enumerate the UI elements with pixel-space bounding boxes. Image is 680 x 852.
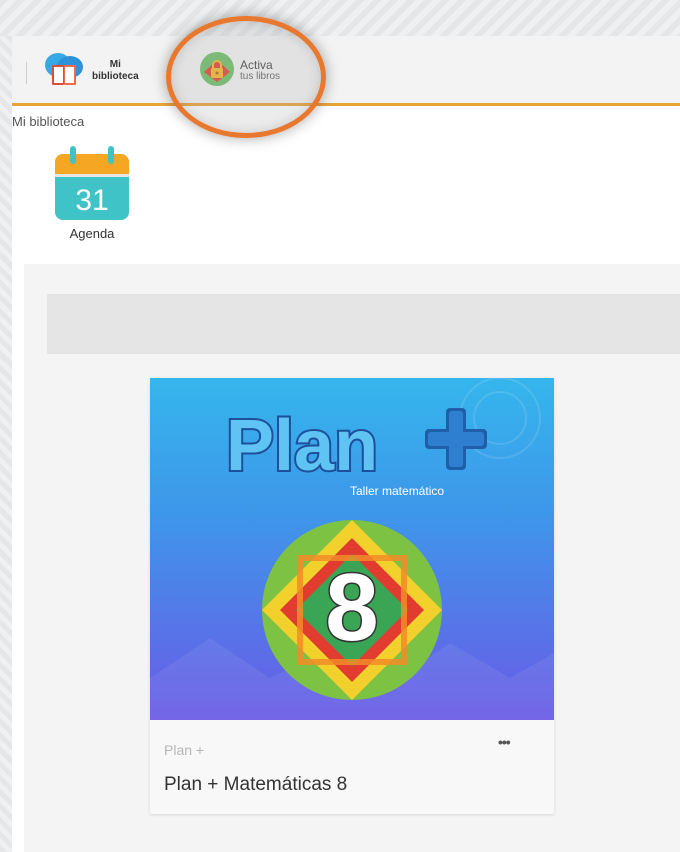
calendar-day: 31	[75, 184, 108, 217]
cover-number: 8	[325, 554, 378, 661]
nav-mi-line1: Mi	[109, 59, 121, 70]
lock-book-icon	[198, 50, 236, 93]
calendar-icon: 31	[50, 146, 134, 222]
nav-activa-libros[interactable]: Activa tus libros	[198, 48, 280, 94]
breadcrumb[interactable]: Mi biblioteca	[12, 114, 84, 129]
background-pattern-top	[0, 0, 680, 36]
plus-icon	[425, 408, 487, 470]
book-card[interactable]: Plan 8 Taller matemático Plan + ••• Plan…	[150, 378, 554, 814]
top-navigation: Mi biblioteca Activa tus libros	[12, 36, 680, 106]
background-pattern-left	[0, 36, 12, 852]
cloud-book-icon	[42, 49, 86, 94]
book-title[interactable]: Plan + Matemáticas 8	[164, 774, 347, 796]
cover-subtitle: Taller matemático	[350, 484, 445, 498]
app-window: Mi biblioteca Activa tus libros Mi bibli…	[12, 16, 680, 852]
nav-divider	[26, 62, 27, 84]
book-cover[interactable]: Plan 8 Taller matemático	[150, 378, 554, 720]
content-panel: Plan 8 Taller matemático Plan + ••• Plan…	[24, 264, 680, 852]
nav-activa-line1: Activa	[240, 58, 273, 72]
panel-header-bar	[47, 294, 680, 354]
more-options-button[interactable]: •••	[498, 734, 511, 750]
book-series: Plan +	[164, 742, 205, 758]
agenda-tile[interactable]: 31 Agenda	[50, 146, 134, 241]
nav-activa-line2: tus libros	[240, 71, 281, 82]
nav-mi-biblioteca[interactable]: Mi biblioteca	[42, 48, 139, 94]
nav-mi-line2: biblioteca	[92, 71, 139, 82]
cover-title: Plan	[226, 406, 378, 486]
agenda-label: Agenda	[69, 226, 115, 241]
